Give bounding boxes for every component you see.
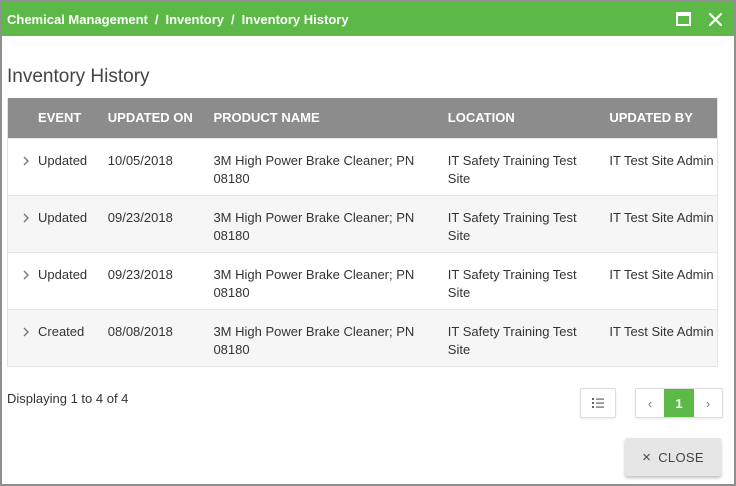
row-location: IT Safety Training Test Site bbox=[447, 267, 577, 300]
breadcrumb-inventory[interactable]: Inventory bbox=[166, 12, 225, 27]
breadcrumb-separator: / bbox=[231, 11, 235, 27]
table-row[interactable]: Updated 09/23/2018 3M High Power Brake C… bbox=[8, 195, 717, 252]
row-updated-by: IT Test Site Admin bbox=[609, 153, 714, 168]
chevron-right-icon[interactable] bbox=[22, 209, 38, 227]
close-button[interactable]: × CLOSE bbox=[625, 438, 721, 476]
table-row[interactable]: Updated 09/23/2018 3M High Power Brake C… bbox=[8, 252, 717, 309]
page-title: Inventory History bbox=[7, 66, 150, 87]
pagination: ‹ 1 › bbox=[635, 388, 723, 418]
breadcrumb-chemical-management[interactable]: Chemical Management bbox=[7, 12, 148, 27]
page-1-button[interactable]: 1 bbox=[664, 389, 694, 417]
row-updated-on: 09/23/2018 bbox=[107, 210, 173, 225]
row-product-name: 3M High Power Brake Cleaner; PN 08180 bbox=[213, 153, 415, 186]
column-header-updated-by[interactable]: UPDATED BY bbox=[609, 109, 717, 127]
row-location: IT Safety Training Test Site bbox=[447, 210, 577, 243]
dialog-titlebar: Chemical Management / Inventory / Invent… bbox=[2, 2, 734, 36]
maximize-icon bbox=[675, 12, 691, 26]
close-label: CLOSE bbox=[658, 449, 704, 465]
list-icon bbox=[592, 398, 604, 408]
row-event: Updated bbox=[38, 267, 88, 282]
breadcrumb: Chemical Management / Inventory / Invent… bbox=[7, 12, 349, 27]
column-header-event[interactable]: EVENT bbox=[8, 109, 108, 127]
row-location: IT Safety Training Test Site bbox=[447, 324, 577, 357]
column-header-product-name[interactable]: PRODUCT NAME bbox=[213, 109, 447, 127]
row-event: Updated bbox=[38, 210, 88, 225]
row-event: Created bbox=[38, 324, 85, 339]
table-header: EVENT UPDATED ON PRODUCT NAME LOCATION U… bbox=[8, 98, 717, 138]
row-product-name: 3M High Power Brake Cleaner; PN 08180 bbox=[213, 324, 415, 357]
row-updated-on: 10/05/2018 bbox=[107, 153, 173, 168]
row-updated-on: 08/08/2018 bbox=[107, 324, 173, 339]
breadcrumb-inventory-history: Inventory History bbox=[241, 11, 349, 27]
next-page-button[interactable]: › bbox=[694, 389, 722, 417]
inventory-history-dialog: Chemical Management / Inventory / Invent… bbox=[0, 0, 736, 486]
row-updated-by: IT Test Site Admin bbox=[609, 210, 714, 225]
column-header-updated-on[interactable]: UPDATED ON bbox=[108, 109, 214, 127]
table-row[interactable]: Updated 10/05/2018 3M High Power Brake C… bbox=[8, 138, 717, 195]
row-event: Updated bbox=[38, 153, 88, 168]
table-row[interactable]: Created 08/08/2018 3M High Power Brake C… bbox=[8, 309, 717, 366]
row-product-name: 3M High Power Brake Cleaner; PN 08180 bbox=[213, 267, 415, 300]
row-location: IT Safety Training Test Site bbox=[447, 153, 577, 186]
chevron-right-icon[interactable] bbox=[22, 323, 38, 341]
row-updated-by: IT Test Site Admin bbox=[609, 267, 714, 282]
displaying-count: Displaying 1 to 4 of 4 bbox=[7, 391, 129, 406]
close-icon bbox=[708, 12, 722, 26]
breadcrumb-separator: / bbox=[154, 11, 159, 27]
row-updated-on: 09/23/2018 bbox=[107, 267, 173, 282]
chevron-right-icon[interactable] bbox=[22, 266, 38, 284]
history-table: EVENT UPDATED ON PRODUCT NAME LOCATION U… bbox=[7, 98, 718, 367]
prev-page-button[interactable]: ‹ bbox=[636, 389, 664, 417]
maximize-button[interactable] bbox=[674, 10, 692, 28]
close-x-icon: × bbox=[642, 448, 652, 466]
window-close-button[interactable] bbox=[706, 10, 724, 28]
column-header-location[interactable]: LOCATION bbox=[448, 109, 610, 127]
row-updated-by: IT Test Site Admin bbox=[609, 324, 714, 339]
row-product-name: 3M High Power Brake Cleaner; PN 08180 bbox=[213, 210, 415, 243]
page-size-button[interactable] bbox=[580, 388, 616, 418]
chevron-right-icon[interactable] bbox=[22, 152, 38, 170]
